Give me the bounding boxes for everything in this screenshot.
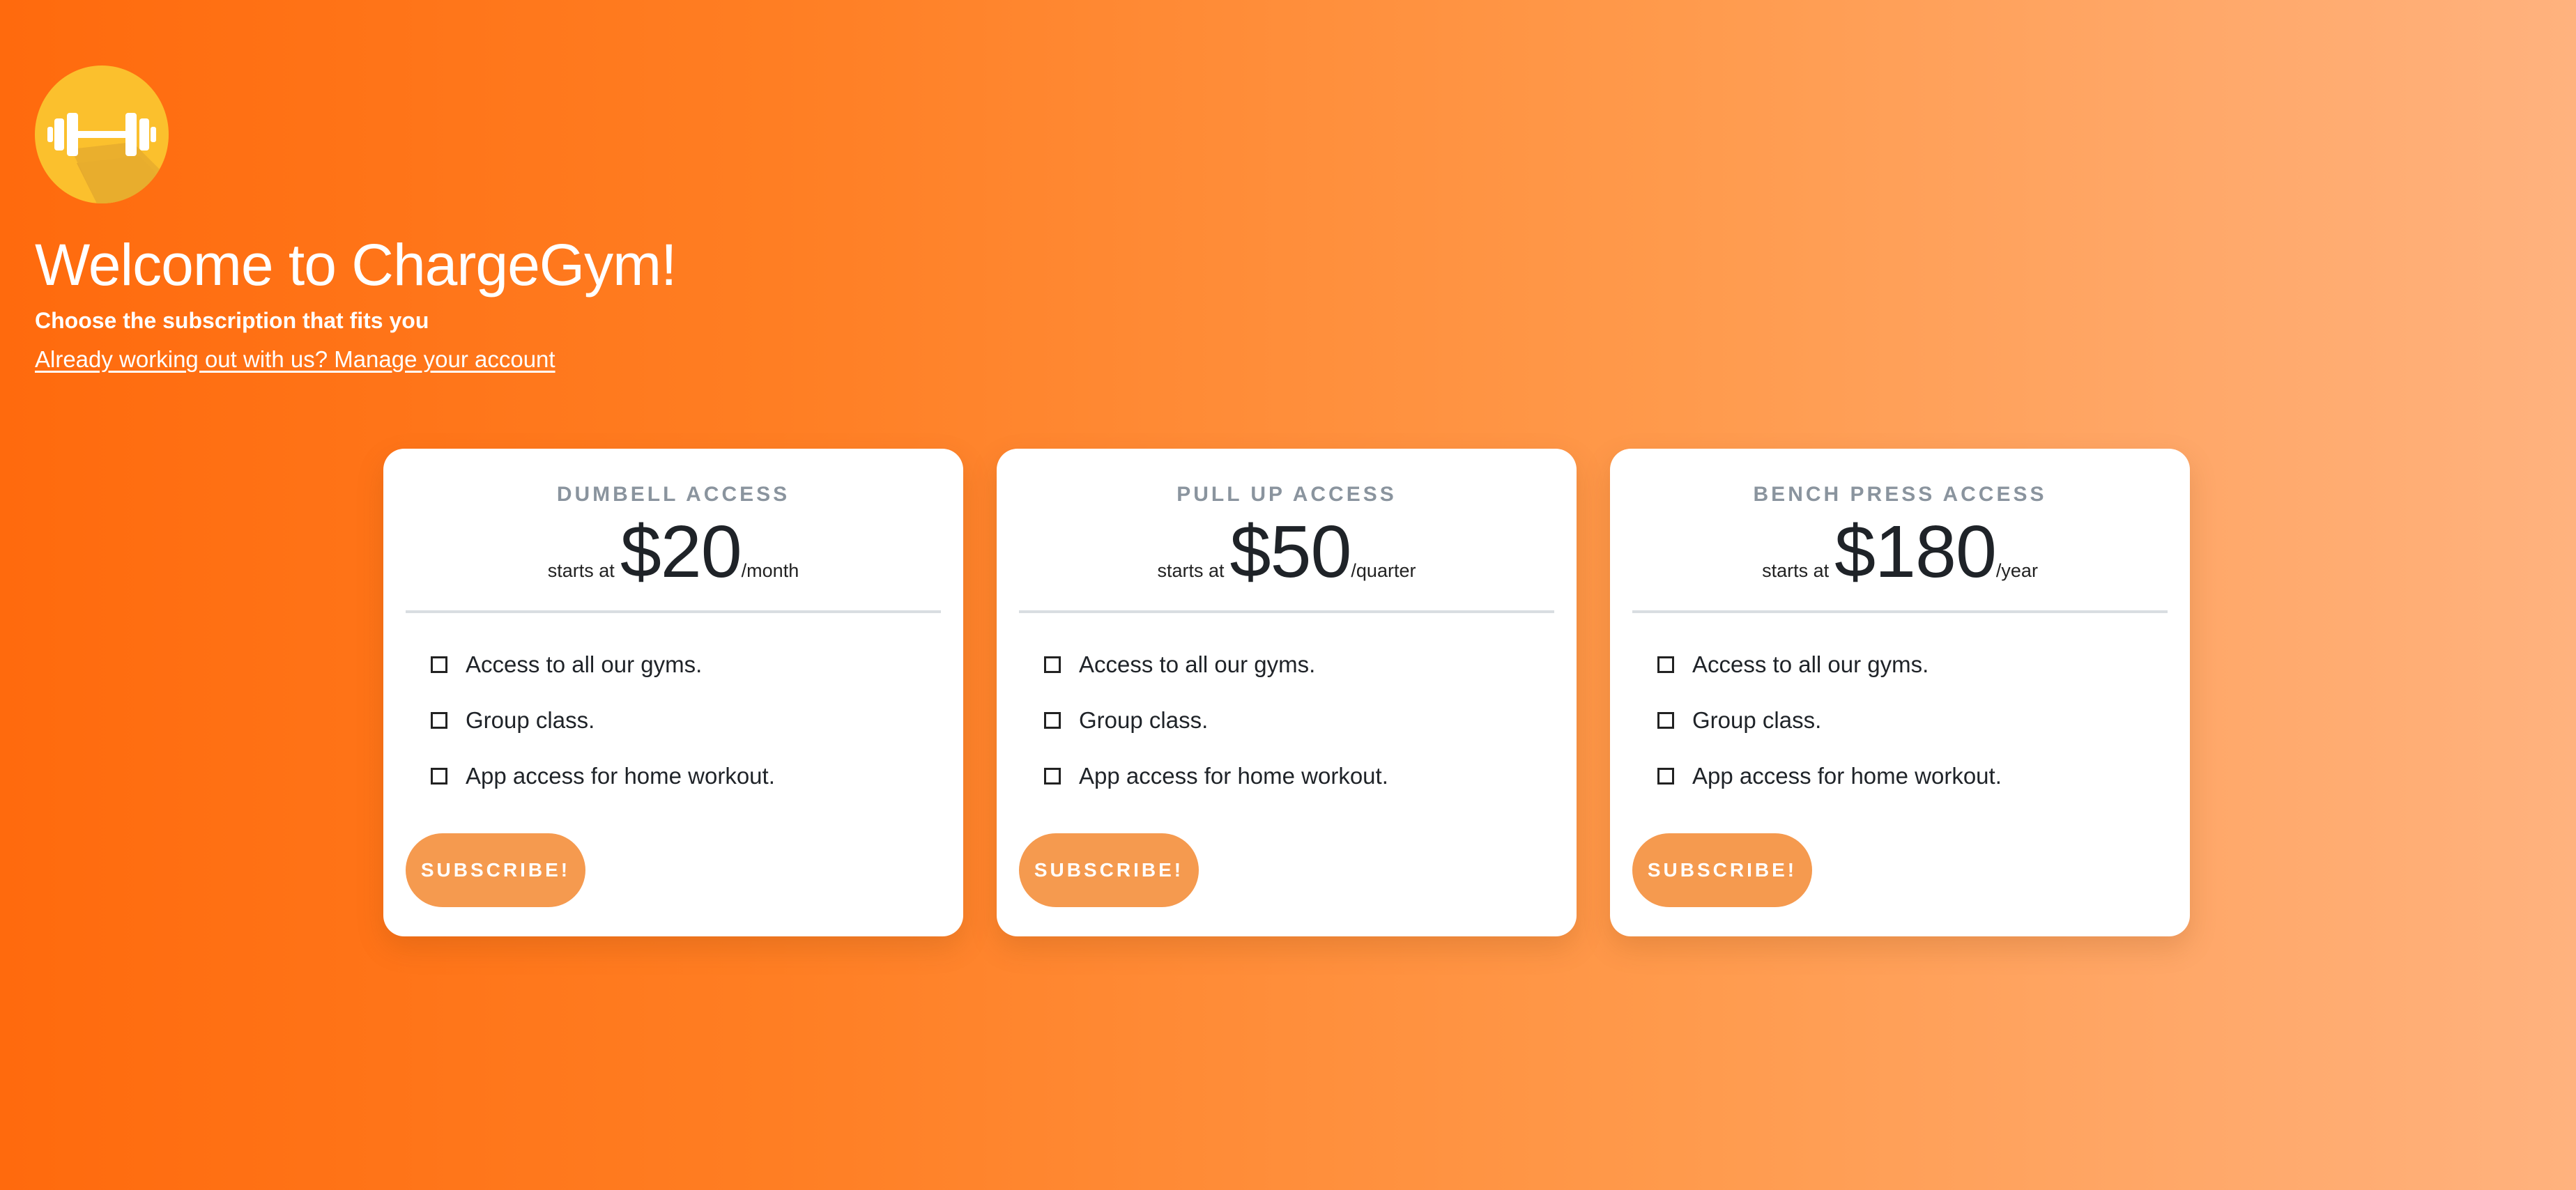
divider <box>1019 610 1554 613</box>
feature-label: App access for home workout. <box>1079 763 1388 789</box>
price-amount: $20 <box>620 511 742 593</box>
checkbox-icon <box>431 712 447 729</box>
divider <box>406 610 941 613</box>
checkbox-icon <box>1657 712 1674 729</box>
feature-list: Access to all our gyms. Group class. App… <box>1019 637 1554 804</box>
manage-account-link[interactable]: Already working out with us? Manage your… <box>35 346 555 373</box>
pricing-cards: DUMBELL ACCESS starts at$20/month Access… <box>383 449 2190 936</box>
price-amount: $50 <box>1229 511 1352 593</box>
feature-label: Access to all our gyms. <box>466 651 703 677</box>
plan-price: starts at$20/month <box>406 513 941 591</box>
plan-card-dumbell: DUMBELL ACCESS starts at$20/month Access… <box>383 449 963 936</box>
feature-label: Group class. <box>1692 707 1822 733</box>
plan-name: DUMBELL ACCESS <box>556 483 790 506</box>
feature-list: Access to all our gyms. Group class. App… <box>1632 637 2168 804</box>
feature-item: App access for home workout. <box>1657 748 2168 804</box>
feature-list: Access to all our gyms. Group class. App… <box>406 637 941 804</box>
page-subtitle: Choose the subscription that fits you <box>35 308 429 333</box>
subscribe-button[interactable]: SUBSCRIBE! <box>1019 833 1199 907</box>
page-title: Welcome to ChargeGym! <box>35 232 677 298</box>
feature-item: Access to all our gyms. <box>431 637 941 693</box>
checkbox-icon <box>1657 656 1674 673</box>
checkbox-icon <box>1044 656 1061 673</box>
feature-item: Group class. <box>1044 693 1554 748</box>
plan-card-pull-up: PULL UP ACCESS starts at$50/quarter Acce… <box>997 449 1577 936</box>
plan-price: starts at$50/quarter <box>1019 513 1554 591</box>
plan-card-bench-press: BENCH PRESS ACCESS starts at$180/year Ac… <box>1610 449 2190 936</box>
starts-at-label: starts at <box>547 560 615 581</box>
checkbox-icon <box>431 656 447 673</box>
checkbox-icon <box>1657 768 1674 785</box>
feature-label: Group class. <box>1079 707 1209 733</box>
dumbbell-logo <box>35 65 169 203</box>
feature-label: Access to all our gyms. <box>1692 651 1929 677</box>
price-period: /year <box>1995 560 2038 581</box>
price-period: /month <box>741 560 799 581</box>
plan-name: PULL UP ACCESS <box>1176 483 1397 506</box>
price-amount: $180 <box>1834 511 1997 593</box>
divider <box>1632 610 2168 613</box>
feature-item: Group class. <box>431 693 941 748</box>
subscribe-button[interactable]: SUBSCRIBE! <box>1632 833 1812 907</box>
checkbox-icon <box>431 768 447 785</box>
plan-name: BENCH PRESS ACCESS <box>1753 483 2047 506</box>
subscribe-button[interactable]: SUBSCRIBE! <box>406 833 585 907</box>
feature-item: Access to all our gyms. <box>1044 637 1554 693</box>
feature-label: App access for home workout. <box>1692 763 2002 789</box>
feature-label: Group class. <box>466 707 595 733</box>
feature-item: Group class. <box>1657 693 2168 748</box>
feature-item: App access for home workout. <box>1044 748 1554 804</box>
starts-at-label: starts at <box>1157 560 1225 581</box>
checkbox-icon <box>1044 712 1061 729</box>
price-period: /quarter <box>1351 560 1416 581</box>
feature-item: App access for home workout. <box>431 748 941 804</box>
feature-label: Access to all our gyms. <box>1079 651 1316 677</box>
feature-item: Access to all our gyms. <box>1657 637 2168 693</box>
hero-section: Welcome to ChargeGym! Choose the subscri… <box>35 230 677 373</box>
feature-label: App access for home workout. <box>466 763 775 789</box>
dumbbell-icon <box>35 65 169 203</box>
plan-price: starts at$180/year <box>1632 513 2168 591</box>
checkbox-icon <box>1044 768 1061 785</box>
starts-at-label: starts at <box>1762 560 1830 581</box>
